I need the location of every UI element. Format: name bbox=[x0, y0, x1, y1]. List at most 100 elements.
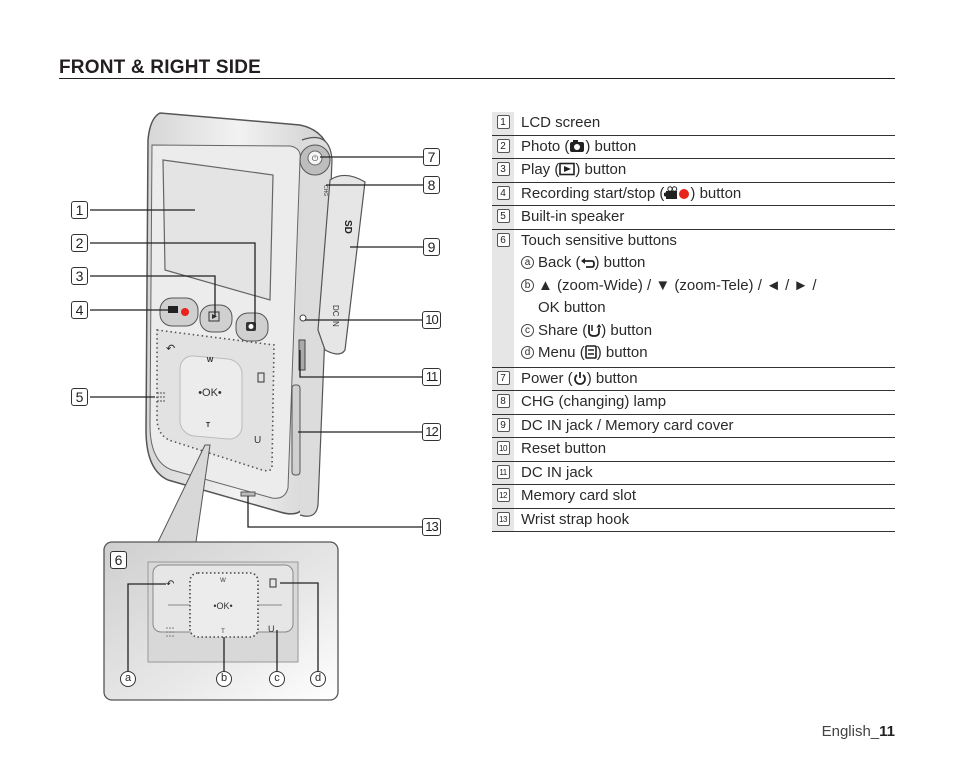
footer-language: English_ bbox=[821, 723, 880, 740]
share-touch-icon: U bbox=[254, 435, 261, 446]
legend-row: 13 Wrist strap hook bbox=[492, 508, 895, 532]
sub-label-b: b bbox=[216, 671, 232, 687]
legend-text: Wrist strap hook bbox=[521, 510, 630, 528]
legend-text: Play ( bbox=[521, 161, 560, 178]
page-footer: English_11 bbox=[822, 723, 895, 740]
legend-row: 8 CHG (changing) lamp bbox=[492, 391, 895, 415]
legend-row: 7 Power ( ) button bbox=[492, 367, 895, 391]
sub-text: Share ( bbox=[538, 321, 588, 339]
record-icon bbox=[664, 185, 690, 199]
legend-row: 10 Reset button bbox=[492, 438, 895, 462]
legend-text: Photo ( bbox=[521, 137, 570, 155]
inset-back-icon: ↶ bbox=[166, 579, 174, 590]
sub-text-suffix: ) button bbox=[596, 344, 648, 361]
legend-number: 6 bbox=[496, 232, 510, 247]
legend-sub-item: b ▲ (zoom-Wide) / ▼ (zoom-Tele) / ◄ / ► /… bbox=[521, 275, 817, 320]
inset-zoom-wide-label: W bbox=[220, 578, 226, 584]
legend-sub-item: c Share ( ) button bbox=[521, 320, 817, 343]
legend-number: 1 bbox=[496, 115, 510, 129]
legend-number: 4 bbox=[496, 185, 510, 200]
parts-legend: 1 LCD screen 2 Photo ( ) button 3 Play ()… bbox=[492, 112, 895, 532]
legend-row: 1 LCD screen bbox=[492, 112, 895, 136]
legend-row: 5 Built-in speaker bbox=[492, 206, 895, 230]
sub-label-a: a bbox=[120, 671, 136, 687]
sub-letter: c bbox=[521, 323, 534, 337]
legend-text: Recording start/stop ( bbox=[521, 184, 665, 202]
wrist-strap-hook bbox=[240, 491, 256, 497]
legend-row: 6 Touch sensitive buttons a Back ( ) butto… bbox=[492, 229, 895, 368]
callout-2: 2 bbox=[71, 234, 88, 252]
callout-13: 13 bbox=[422, 518, 441, 536]
legend-number: 8 bbox=[496, 394, 510, 408]
legend-text-suffix: ) button bbox=[585, 137, 637, 155]
callout-5: 5 bbox=[71, 388, 88, 406]
sub-text: Back ( bbox=[538, 254, 581, 271]
svg-text:⏻: ⏻ bbox=[312, 154, 319, 163]
legend-number: 13 bbox=[496, 511, 510, 526]
sub-letter: d bbox=[521, 346, 534, 359]
inset-zoom-tele-label: T bbox=[221, 629, 225, 635]
legend-sub-item: a Back ( ) button bbox=[521, 252, 817, 275]
callout-9: 9 bbox=[423, 238, 440, 256]
callout-1: 1 bbox=[71, 201, 88, 219]
legend-text: Built-in speaker bbox=[521, 208, 625, 225]
sub-text-suffix: ) button bbox=[594, 254, 646, 271]
menu-icon bbox=[584, 345, 597, 359]
legend-number: 7 bbox=[496, 370, 510, 385]
legend-text: LCD screen bbox=[521, 114, 601, 131]
dc-in-label: DC IN bbox=[331, 305, 340, 327]
legend-text-suffix: ) button bbox=[586, 369, 638, 387]
legend-number: 12 bbox=[496, 488, 510, 502]
legend-text: Touch sensitive buttons bbox=[521, 231, 677, 249]
callout-12: 12 bbox=[422, 423, 441, 441]
callout-6: 6 bbox=[110, 551, 127, 569]
legend-text-suffix: ) button bbox=[575, 161, 627, 178]
record-button bbox=[159, 297, 199, 327]
legend-text: CHG (changing) lamp bbox=[521, 393, 667, 410]
legend-row: 4 Recording start/stop ( ) button bbox=[492, 182, 895, 206]
power-icon bbox=[573, 371, 586, 385]
memory-card-slot bbox=[291, 384, 301, 476]
legend-row: 12 Memory card slot bbox=[492, 485, 895, 509]
legend-text: DC IN jack / Memory card cover bbox=[521, 416, 734, 434]
back-icon bbox=[580, 258, 595, 268]
back-touch-icon: ↶ bbox=[166, 343, 175, 355]
callout-7: 7 bbox=[423, 148, 440, 166]
legend-number: 9 bbox=[496, 417, 510, 432]
inset-speaker bbox=[166, 627, 174, 637]
sub-text-suffix: ) button bbox=[601, 321, 653, 339]
legend-number: 3 bbox=[496, 162, 510, 176]
legend-number: 5 bbox=[496, 209, 510, 223]
chg-label: CHG bbox=[322, 185, 328, 196]
callout-3: 3 bbox=[71, 267, 88, 285]
legend-row: 11 DC IN jack bbox=[492, 461, 895, 485]
page-number: 11 bbox=[879, 723, 895, 740]
legend-text-suffix: ) button bbox=[690, 184, 742, 202]
play-button bbox=[199, 304, 233, 333]
sub-text: ▲ (zoom-Wide) / ▼ (zoom-Tele) / ◄ / ► / bbox=[538, 276, 817, 294]
legend-number: 2 bbox=[496, 138, 510, 153]
callout-10: 10 bbox=[422, 311, 441, 329]
sub-letter: b bbox=[521, 278, 534, 292]
zoom-tele-label: T bbox=[206, 422, 211, 429]
sd-logo: SD bbox=[342, 220, 353, 234]
legend-text: Memory card slot bbox=[521, 487, 637, 504]
legend-row: 2 Photo ( ) button bbox=[492, 135, 895, 159]
callout-8: 8 bbox=[423, 176, 440, 194]
sub-letter: a bbox=[521, 256, 534, 269]
zoom-wide-label: W bbox=[207, 357, 214, 364]
legend-text: DC IN jack bbox=[521, 463, 593, 481]
legend-number: 10 bbox=[496, 441, 510, 455]
legend-row: 9 DC IN jack / Memory card cover bbox=[492, 414, 895, 438]
ok-label: •OK• bbox=[198, 387, 222, 399]
share-icon bbox=[588, 323, 602, 337]
legend-sub-item: d Menu () button bbox=[521, 342, 817, 365]
legend-text: Reset button bbox=[521, 440, 607, 457]
legend-text: Power ( bbox=[521, 369, 573, 387]
inset-share-icon: U bbox=[268, 624, 275, 634]
play-icon bbox=[559, 162, 576, 176]
sub-text-line2: OK button bbox=[538, 299, 606, 316]
legend-number: 11 bbox=[496, 464, 510, 479]
callout-11: 11 bbox=[422, 368, 441, 386]
inset-ok-label: •OK• bbox=[213, 601, 232, 611]
